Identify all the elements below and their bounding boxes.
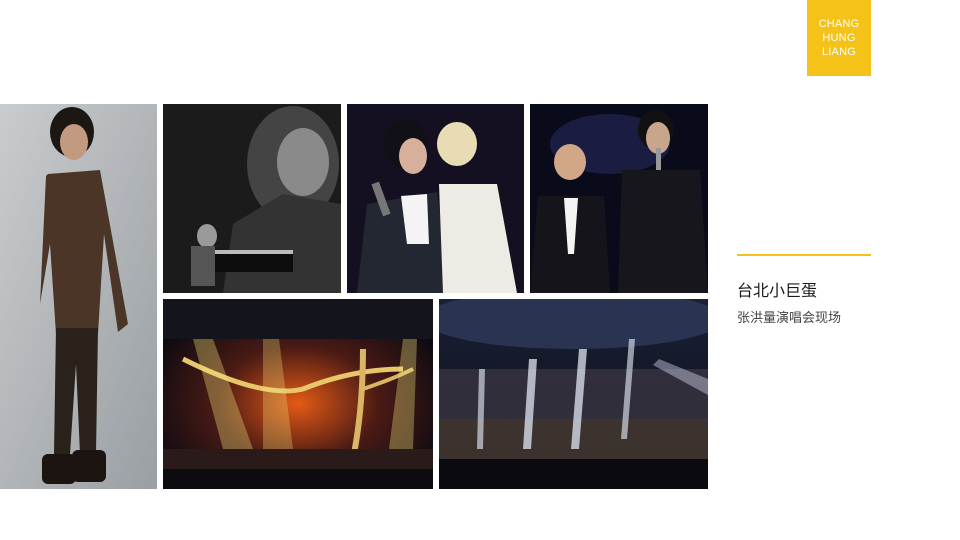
badge-line-1: CHANG bbox=[818, 18, 860, 30]
brand-badge: CHANG HUNG LIANG bbox=[807, 0, 871, 76]
badge-line-2: HUNG bbox=[822, 32, 856, 44]
portrait-photo bbox=[0, 104, 157, 489]
stage-photo bbox=[163, 299, 433, 489]
caption-title: 台北小巨蛋 bbox=[737, 281, 818, 300]
arena-photo bbox=[439, 299, 708, 489]
guests-photo bbox=[530, 104, 708, 293]
piano-photo bbox=[163, 104, 341, 293]
duet-photo bbox=[347, 104, 524, 293]
badge-line-3: LIANG bbox=[821, 46, 856, 58]
caption-subtitle: 张洪量演唱会现场 bbox=[737, 311, 842, 326]
accent-divider bbox=[737, 254, 871, 256]
